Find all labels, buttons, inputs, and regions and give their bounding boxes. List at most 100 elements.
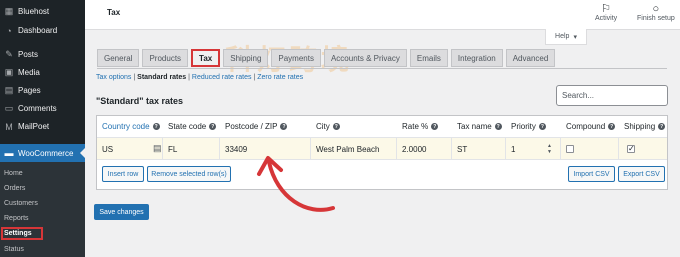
compound-checkbox[interactable]	[566, 145, 574, 153]
cell-country[interactable]: US	[102, 145, 113, 154]
remove-rows-button[interactable]: Remove selected row(s)	[147, 166, 231, 182]
finish-setup-label: Finish setup	[637, 15, 675, 22]
settings-tabs: General Products Tax Shipping Payments A…	[97, 49, 558, 69]
annotation-arrow	[257, 156, 335, 212]
tab-emails[interactable]: Emails	[409, 49, 448, 67]
standard-rates-link[interactable]: Standard rates	[137, 74, 186, 81]
section-title: "Standard" tax rates	[96, 96, 184, 106]
media-icon: ▣	[4, 67, 14, 77]
sidebar-item-label: Posts	[18, 50, 39, 59]
cell-divider	[560, 138, 561, 159]
column-header-label: City	[316, 122, 330, 131]
page-title: Tax	[107, 8, 121, 17]
sidebar-item-comments[interactable]: ▭ Comments	[0, 100, 85, 117]
sidebar-item-dashboard[interactable]: ◔ Dashboard	[0, 22, 85, 39]
separator: |	[133, 74, 136, 81]
export-csv-button[interactable]: Export CSV	[618, 166, 665, 182]
admin-sidebar: ▦ Bluehost ◔ Dashboard ✎ Posts ▣ Media ▤…	[0, 0, 85, 257]
column-header-priority: Priority?	[511, 122, 546, 131]
table-row[interactable]: US ▤ FL 33409 West Palm Beach 2.0000 ST …	[97, 137, 667, 160]
help-tip-icon[interactable]: ?	[494, 123, 502, 130]
sidebar-item-mailpoet[interactable]: M MailPoet	[0, 118, 85, 135]
document-icon: ▤	[153, 143, 162, 153]
save-changes-button[interactable]: Save changes	[94, 204, 149, 220]
help-tip-icon[interactable]: ?	[431, 123, 439, 130]
tab-shipping[interactable]: Shipping	[223, 49, 269, 67]
submenu-item-status[interactable]: Status	[4, 246, 24, 253]
tab-payments[interactable]: Payments	[271, 49, 321, 67]
comments-icon: ▭	[4, 103, 14, 113]
column-header-label: Compound	[566, 122, 606, 131]
help-tip-icon[interactable]: ?	[332, 123, 340, 130]
tab-advanced[interactable]: Advanced	[505, 49, 556, 67]
help-label: Help	[555, 33, 570, 40]
woocommerce-submenu: Home Orders Customers Reports Settings S…	[0, 162, 85, 257]
tab-integration[interactable]: Integration	[450, 49, 503, 67]
column-header-label: Priority	[511, 122, 536, 131]
finish-setup-button[interactable]: ○ Finish setup	[637, 3, 675, 22]
circle-icon: ○	[652, 3, 660, 15]
sidebar-item-posts[interactable]: ✎ Posts	[0, 46, 85, 63]
column-header-label: Postcode / ZIP	[225, 122, 278, 131]
tabs-divider	[97, 68, 667, 69]
activity-button[interactable]: ⚐ Activity	[595, 3, 617, 22]
cell-state[interactable]: FL	[168, 145, 177, 154]
cell-divider	[451, 138, 452, 159]
zero-rates-link[interactable]: Zero rate rates	[257, 74, 303, 81]
import-csv-button[interactable]: Import CSV	[568, 166, 615, 182]
help-tip-icon[interactable]: ?	[280, 123, 288, 130]
shipping-checkbox[interactable]: ✓	[627, 145, 635, 153]
mailpoet-icon: M	[5, 121, 13, 132]
cell-rate[interactable]: 2.0000	[402, 145, 426, 154]
cell-priority[interactable]: 1	[511, 145, 515, 154]
column-header-shipping: Shipping?	[624, 122, 666, 131]
help-tip-icon[interactable]: ?	[152, 123, 160, 130]
column-header-label: Rate %	[402, 122, 429, 131]
sidebar-item-label: MailPoet	[18, 122, 50, 131]
column-header-city: City?	[316, 122, 340, 131]
cell-tax-name[interactable]: ST	[457, 145, 467, 154]
help-tip-icon[interactable]: ?	[658, 123, 666, 130]
cell-divider	[162, 138, 163, 159]
pin-icon: ✎	[5, 49, 13, 59]
bluehost-icon: ▦	[4, 6, 14, 16]
settings-highlight-box	[1, 227, 43, 240]
sidebar-item-label: Dashboard	[18, 26, 58, 35]
sidebar-item-bluehost[interactable]: ▦ Bluehost	[0, 3, 85, 20]
sidebar-item-media[interactable]: ▣ Media	[0, 64, 85, 81]
search-input[interactable]: Search...	[556, 85, 668, 106]
cell-divider	[219, 138, 220, 159]
help-tip-icon[interactable]: ?	[538, 123, 546, 130]
sidebar-item-woocommerce[interactable]: ▬ WooCommerce	[0, 144, 85, 162]
column-header-label: State code	[168, 122, 207, 131]
column-header-state: State code?	[168, 122, 217, 131]
help-tip-icon[interactable]: ?	[209, 123, 217, 130]
insert-row-button[interactable]: Insert row	[102, 166, 144, 182]
tab-general[interactable]: General	[97, 49, 140, 67]
dashboard-icon: ◔	[6, 25, 12, 36]
tax-options-link[interactable]: Tax options	[96, 74, 131, 81]
submenu-item-home[interactable]: Home	[4, 170, 23, 177]
activity-label: Activity	[595, 15, 618, 22]
cell-divider	[618, 138, 619, 159]
sidebar-item-pages[interactable]: ▤ Pages	[0, 82, 85, 99]
reduced-rates-link[interactable]: Reduced rate rates	[192, 74, 252, 81]
tab-tax[interactable]: Tax	[191, 49, 221, 67]
submenu-item-reports[interactable]: Reports	[4, 215, 29, 222]
submenu-item-customers[interactable]: Customers	[4, 200, 38, 207]
help-tab-button[interactable]: Help ▾	[545, 29, 587, 45]
chevron-down-icon: ▾	[573, 33, 577, 41]
column-header-tax-name: Tax name?	[457, 122, 502, 131]
help-tip-icon[interactable]: ?	[608, 123, 616, 130]
column-header-label: Tax name	[457, 122, 492, 131]
priority-stepper[interactable]: ▲ ▼	[546, 143, 553, 155]
pages-icon: ▤	[4, 85, 14, 95]
cell-postcode[interactable]: 33409	[225, 145, 247, 154]
tab-accounts-privacy[interactable]: Accounts & Privacy	[323, 49, 407, 67]
tax-sublinks: Tax options | Standard rates | Reduced r…	[96, 74, 303, 81]
tab-products[interactable]: Products	[142, 49, 189, 67]
cell-divider	[505, 138, 506, 159]
column-header-country[interactable]: Country code?	[102, 122, 160, 131]
submenu-item-orders[interactable]: Orders	[4, 185, 25, 192]
separator: |	[188, 74, 190, 81]
